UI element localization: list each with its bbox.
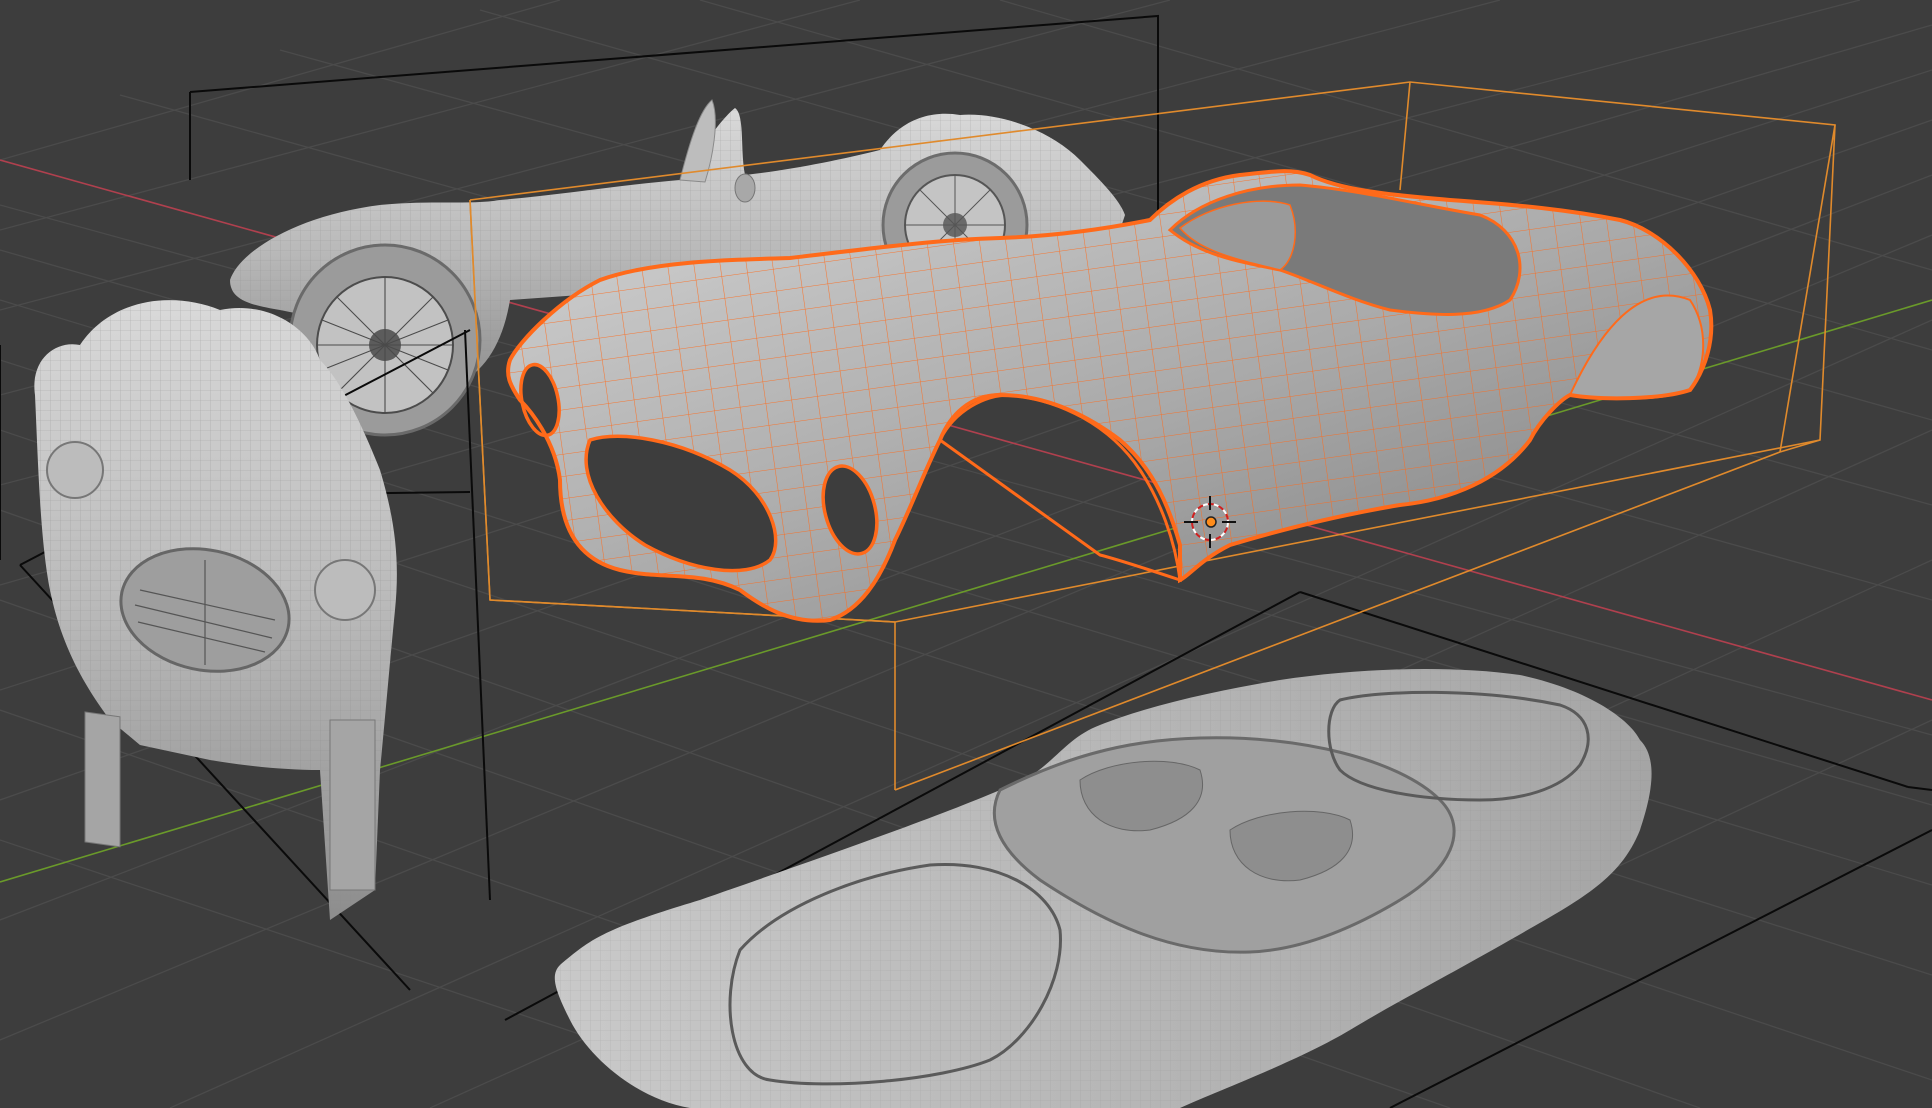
3d-viewport[interactable] — [0, 0, 1932, 1108]
viewport-scene[interactable] — [0, 0, 1932, 1108]
origin-dot — [1205, 516, 1217, 528]
